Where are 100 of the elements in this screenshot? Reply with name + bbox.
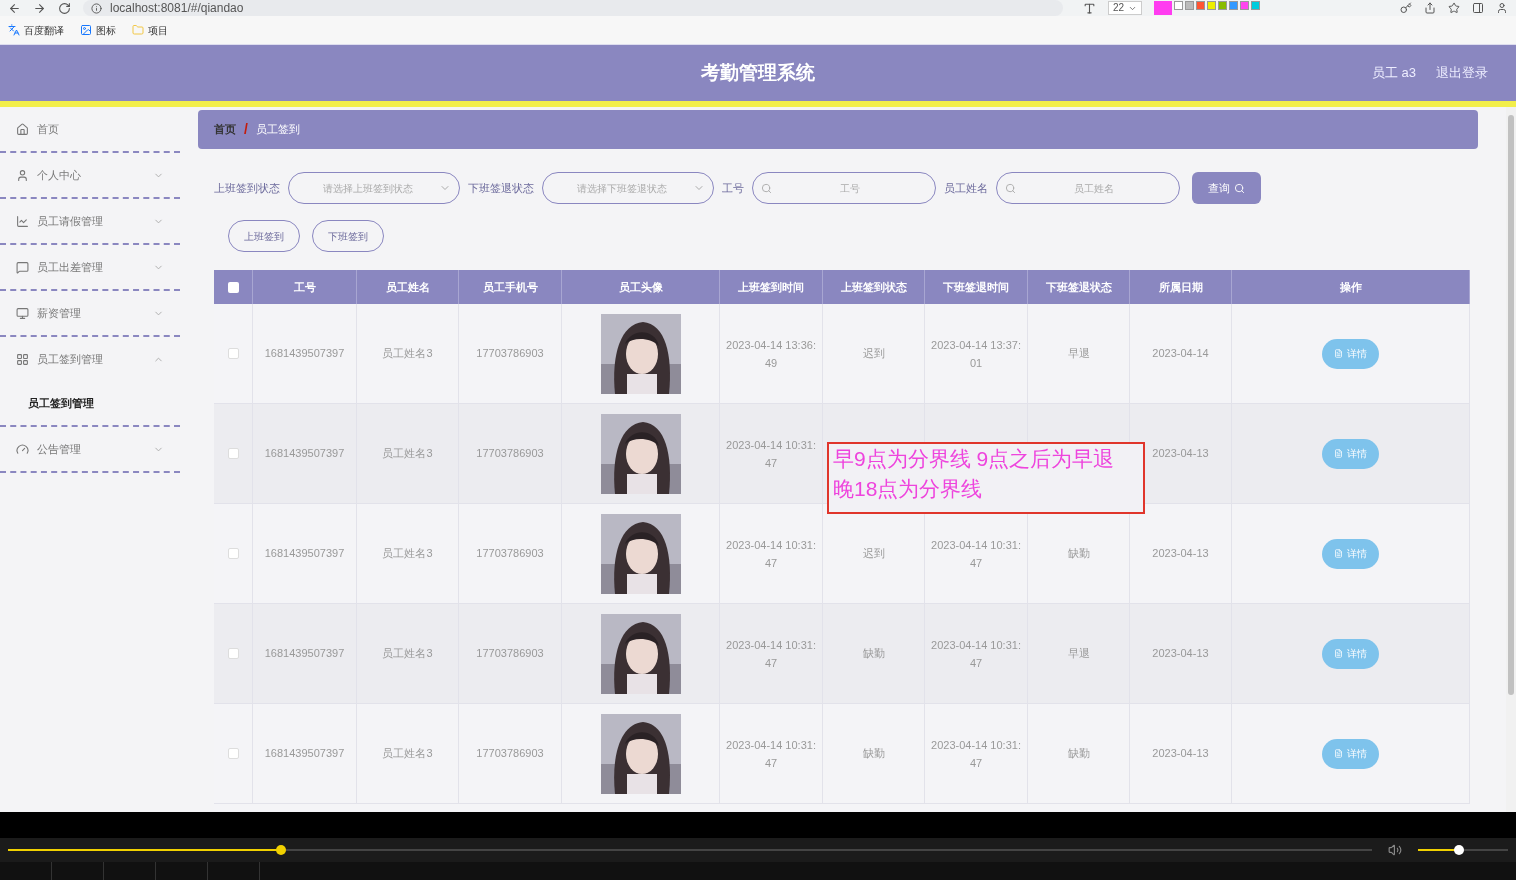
table-cell-text: 员工姓名3 [382,346,433,362]
column-header: 员工手机号 [482,279,538,295]
table-cell-text: 缺勤 [862,746,885,762]
table-cell-text: 早退 [1067,346,1090,362]
forward-icon[interactable] [33,1,46,15]
column-header: 工号 [293,279,316,295]
sidebar-item[interactable]: 个人中心 [0,153,180,197]
search-icon [1234,182,1245,194]
progress-handle[interactable] [275,845,286,855]
column-header: 下班签退时间 [943,279,1009,295]
column-header: 操作 [1339,279,1362,295]
font-icon[interactable] [1083,1,1096,15]
breadcrumb-link[interactable]: 首页 [214,121,236,138]
chat-icon [16,260,29,274]
column-header: 员工姓名 [385,279,430,295]
reload-icon[interactable] [58,1,71,15]
table-cell-text: 2023-04-14 13:37:01 [931,337,1021,371]
table-cell-text: 员工姓名3 [382,646,433,662]
volume-icon[interactable] [1388,843,1402,857]
volume-handle[interactable] [1453,845,1464,855]
table-cell-text: 2023-04-14 13:36:49 [726,337,816,371]
table-cell-text: 迟到 [862,346,885,362]
row-checkbox[interactable] [227,548,239,559]
sidebar-item[interactable]: 员工请假管理 [0,199,180,243]
table-cell-text: 2023-04-13 [1152,646,1209,662]
profile-icon[interactable] [1496,2,1508,14]
column-header: 上班签到状态 [840,279,907,295]
table-cell-text: 2023-04-14 10:31:47 [726,537,816,571]
home-icon [16,122,29,136]
annotation-text: 早9点为分界线 9点之后为早退 [833,446,1115,472]
filter-label: 员工姓名 [944,180,988,196]
filter-label: 上班签到状态 [214,180,280,196]
document-icon [1334,449,1343,458]
column-header: 下班签退状态 [1045,279,1112,295]
table-cell-text: 员工姓名3 [382,746,433,762]
share-icon[interactable] [1424,2,1436,14]
side-panel-icon[interactable] [1472,2,1484,14]
table-cell-text: 17703786903 [476,746,544,762]
image-icon [80,24,92,36]
sidebar-subitem[interactable]: 员工签到管理 [0,381,180,425]
row-checkbox[interactable] [227,648,239,659]
document-icon [1334,749,1343,758]
sidebar-item[interactable]: 员工签到管理 [0,337,180,381]
row-checkbox[interactable] [227,448,239,459]
table-cell-text: 员工姓名3 [382,546,433,562]
search-icon [761,182,772,194]
filter-label: 工号 [722,180,744,196]
document-icon [1334,549,1343,558]
user-name: 员工 a3 [1371,64,1416,83]
table-cell-text: 17703786903 [476,346,544,362]
sidebar-item[interactable]: 公告管理 [0,427,180,471]
row-checkbox[interactable] [227,348,239,359]
sidebar-item[interactable]: 薪资管理 [0,291,180,335]
table-cell-text: 迟到 [862,546,885,562]
table-cell-text: 1681439507397 [264,646,345,662]
table-cell-text: 2023-04-14 [1152,346,1209,362]
monitor-icon [16,306,29,320]
column-header: 上班签到时间 [738,279,804,295]
table-cell-text: 早退 [1067,646,1090,662]
table-cell-text: 缺勤 [1067,546,1090,562]
table-cell-text: 员工姓名3 [382,446,433,462]
select-all-checkbox[interactable] [227,281,239,293]
row-checkbox[interactable] [227,748,239,759]
star-icon[interactable] [1448,2,1460,14]
key-icon[interactable] [1400,2,1412,14]
bookmark-link[interactable]: 百度翻译 [24,22,64,38]
table-cell-text: 2023-04-13 [1152,446,1209,462]
table-cell-text: 1681439507397 [264,346,345,362]
query-button[interactable]: 查询 [1192,172,1261,204]
table-cell-text: 17703786903 [476,646,544,662]
table-cell-text: 2023-04-13 [1152,746,1209,762]
bookmark-link[interactable]: 图标 [96,22,116,38]
user-icon [16,168,29,182]
sidebar-item[interactable]: 首页 [0,107,180,151]
document-icon [1334,349,1343,358]
column-header: 所属日期 [1158,279,1203,295]
table-cell-text: 2023-04-14 10:31:47 [931,637,1021,671]
breadcrumb-separator: / [244,120,248,139]
table-cell-text: 缺勤 [862,646,885,662]
table-cell-text: 2023-04-14 10:31:47 [931,737,1021,771]
search-icon [1005,182,1016,194]
table-cell-text: 2023-04-14 10:31:47 [726,437,816,471]
table-cell-text: 缺勤 [1067,746,1090,762]
info-icon [91,2,102,14]
grid-icon [16,352,29,366]
back-icon[interactable] [8,1,21,15]
document-icon [1334,649,1343,658]
breadcrumb-link[interactable]: 员工签到 [255,121,300,138]
table-cell-text: 17703786903 [476,446,544,462]
color-palette-icon[interactable] [1154,1,1261,15]
table-cell-text: 2023-04-14 10:31:47 [726,637,816,671]
font-size-select[interactable]: 22 [1108,1,1143,15]
bookmark-link[interactable]: 项目 [148,22,168,38]
sidebar-item[interactable]: 员工出差管理 [0,245,180,289]
translate-icon [8,24,20,36]
table-cell-text: 2023-04-14 10:31:47 [726,737,816,771]
address-bar[interactable]: localhost:8081/#/qiandao [83,0,1063,16]
table-cell-text: 17703786903 [476,546,544,562]
logout-link[interactable]: 退出登录 [1436,63,1488,83]
folder-icon [132,24,144,36]
